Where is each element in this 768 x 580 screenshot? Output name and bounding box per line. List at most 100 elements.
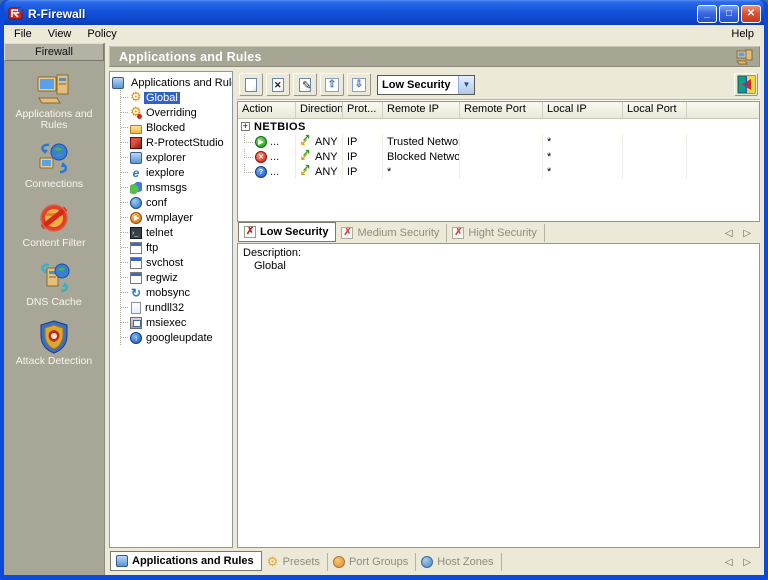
expand-icon[interactable]: + [241, 122, 250, 131]
connections-icon [34, 142, 74, 178]
tree-item-msmsgs[interactable]: msmsgs [121, 180, 230, 195]
sidebar-item-attack-detection[interactable]: Attack Detection [4, 319, 104, 367]
direction-arrows-icon [300, 166, 313, 178]
tree-children: Global OverridingBlockedR-ProtectStudioex… [120, 90, 230, 345]
sidebar-item-content-filter[interactable]: Content Filter [4, 201, 104, 249]
bottom-tab-port-groups[interactable]: Port Groups [328, 553, 416, 571]
app-logo-icon [8, 6, 23, 21]
tree-root-label: Applications and Rules [129, 77, 233, 89]
tree-item-svchost[interactable]: svchost [121, 255, 230, 270]
tree-item-telnet[interactable]: telnet [121, 225, 230, 240]
tree-item-label: telnet [144, 227, 175, 239]
sidebar-item-dns-cache[interactable]: DNS Cache [4, 260, 104, 308]
rule-row-block[interactable]: ✕...ANYIPBlocked Networ...* [238, 149, 759, 164]
column-header-action[interactable]: Action [238, 102, 296, 118]
rule-group-row[interactable]: + NETBIOS [238, 119, 759, 134]
column-header-direction[interactable]: Direction [296, 102, 343, 118]
tree-item-r-protectstudio[interactable]: R-ProtectStudio [121, 135, 230, 150]
bottom-tab-label: Host Zones [437, 556, 493, 568]
edit-rule-button[interactable] [293, 73, 317, 96]
globe-icon [130, 197, 142, 209]
tab-scroll-arrows[interactable]: ◁ ▷ [725, 228, 759, 242]
action-label: ... [270, 151, 279, 163]
column-header-local-port[interactable]: Local Port [623, 102, 687, 118]
tree-item-explorer[interactable]: explorer [121, 150, 230, 165]
remote-ip-cell: Blocked Networ... [383, 149, 460, 164]
tab-hight-security[interactable]: Hight Security [447, 224, 544, 242]
tree-root-item[interactable]: Applications and Rules [112, 75, 230, 90]
tree-item-conf[interactable]: conf [121, 195, 230, 210]
sidebar-item-applications-and-rules[interactable]: Applications and Rules [4, 72, 104, 131]
move-down-button[interactable]: ⇩ [347, 73, 371, 96]
menu-policy[interactable]: Policy [79, 27, 124, 41]
sidebar-header: Firewall [4, 43, 104, 61]
sidebar-item-connections[interactable]: Connections [4, 142, 104, 190]
bottom-tab-host-zones[interactable]: Host Zones [416, 553, 501, 571]
action-cell: ▶... [238, 134, 296, 149]
tab-medium-security[interactable]: Medium Security [336, 224, 447, 242]
bottom-tab-label: Port Groups [349, 556, 408, 568]
tree-item-label: wmplayer [144, 212, 195, 224]
minimize-button[interactable]: _ [697, 5, 717, 23]
close-button[interactable]: ✕ [741, 5, 761, 23]
tree-item-label: msiexec [144, 317, 188, 329]
tab-low-security[interactable]: Low Security [238, 222, 336, 242]
tree-connector [121, 292, 128, 293]
rules-panel: ⇧ ⇩ Low Security ▼ [237, 71, 760, 548]
menu-help[interactable]: Help [723, 27, 762, 41]
column-header-remote-ip[interactable]: Remote IP [383, 102, 460, 118]
tree-item-regwiz[interactable]: regwiz [121, 270, 230, 285]
rule-row-allow[interactable]: ▶...ANYIPTrusted Networ...* [238, 134, 759, 149]
tree-connector [121, 157, 128, 158]
row-connector [244, 149, 253, 158]
security-level-dropdown[interactable]: Low Security ▼ [377, 75, 475, 95]
delete-rule-button[interactable] [266, 73, 290, 96]
tree-item-overriding[interactable]: Overriding [121, 105, 230, 120]
update-icon [130, 332, 142, 344]
tree-item-rundll32[interactable]: rundll32 [121, 300, 230, 315]
column-header-prot[interactable]: Prot... [343, 102, 383, 118]
rule-row-ask[interactable]: ?...ANYIP** [238, 164, 759, 179]
bottom-tab-applications-and-rules[interactable]: Applications and Rules [110, 551, 262, 571]
move-up-button[interactable]: ⇧ [320, 73, 344, 96]
description-label: Description: [243, 247, 754, 259]
main-panels: Applications and Rules GlobalOverridingB… [109, 71, 760, 548]
tree-item-googleupdate[interactable]: googleupdate [121, 330, 230, 345]
firewall-status-button[interactable] [734, 73, 758, 96]
window-icon [130, 242, 142, 254]
action-label: ... [270, 166, 279, 178]
tree-item-wmplayer[interactable]: wmplayer [121, 210, 230, 225]
globe-icon [421, 556, 433, 568]
column-header-remote-port[interactable]: Remote Port [460, 102, 543, 118]
maximize-button[interactable]: □ [719, 5, 739, 23]
local-port-cell [623, 149, 687, 164]
allow-icon: ▶ [255, 136, 267, 148]
menu-view[interactable]: View [40, 27, 80, 41]
row-connector [244, 134, 253, 143]
description-panel: Description: Global [237, 243, 760, 548]
terminal-icon [130, 227, 142, 239]
tree-item-global[interactable]: Global [121, 90, 230, 105]
tab-label: Medium Security [357, 227, 439, 239]
tree-item-label: Overriding [144, 107, 199, 119]
action-cell: ✕... [238, 149, 296, 164]
page-header: Applications and Rules [109, 46, 760, 67]
tree-item-msiexec[interactable]: msiexec [121, 315, 230, 330]
action-cell: ?... [238, 164, 296, 179]
player-icon [130, 212, 142, 224]
bottom-tab-presets[interactable]: Presets [262, 553, 328, 571]
tree-item-mobsync[interactable]: mobsync [121, 285, 230, 300]
menu-file[interactable]: File [6, 27, 40, 41]
column-header-local-ip[interactable]: Local IP [543, 102, 623, 118]
tab-label: Hight Security [468, 227, 536, 239]
tree-item-label: svchost [144, 257, 185, 269]
tab-scroll-arrows[interactable]: ◁ ▷ [725, 557, 759, 571]
tree-item-ftp[interactable]: ftp [121, 240, 230, 255]
tree-item-blocked[interactable]: Blocked [121, 120, 230, 135]
chevron-down-icon: ▼ [458, 76, 474, 94]
sync-icon [130, 287, 142, 299]
new-rule-button[interactable] [239, 73, 263, 96]
direction-label: ANY [315, 166, 338, 178]
firewall-status-icon [737, 75, 756, 94]
tree-item-iexplore[interactable]: iexplore [121, 165, 230, 180]
